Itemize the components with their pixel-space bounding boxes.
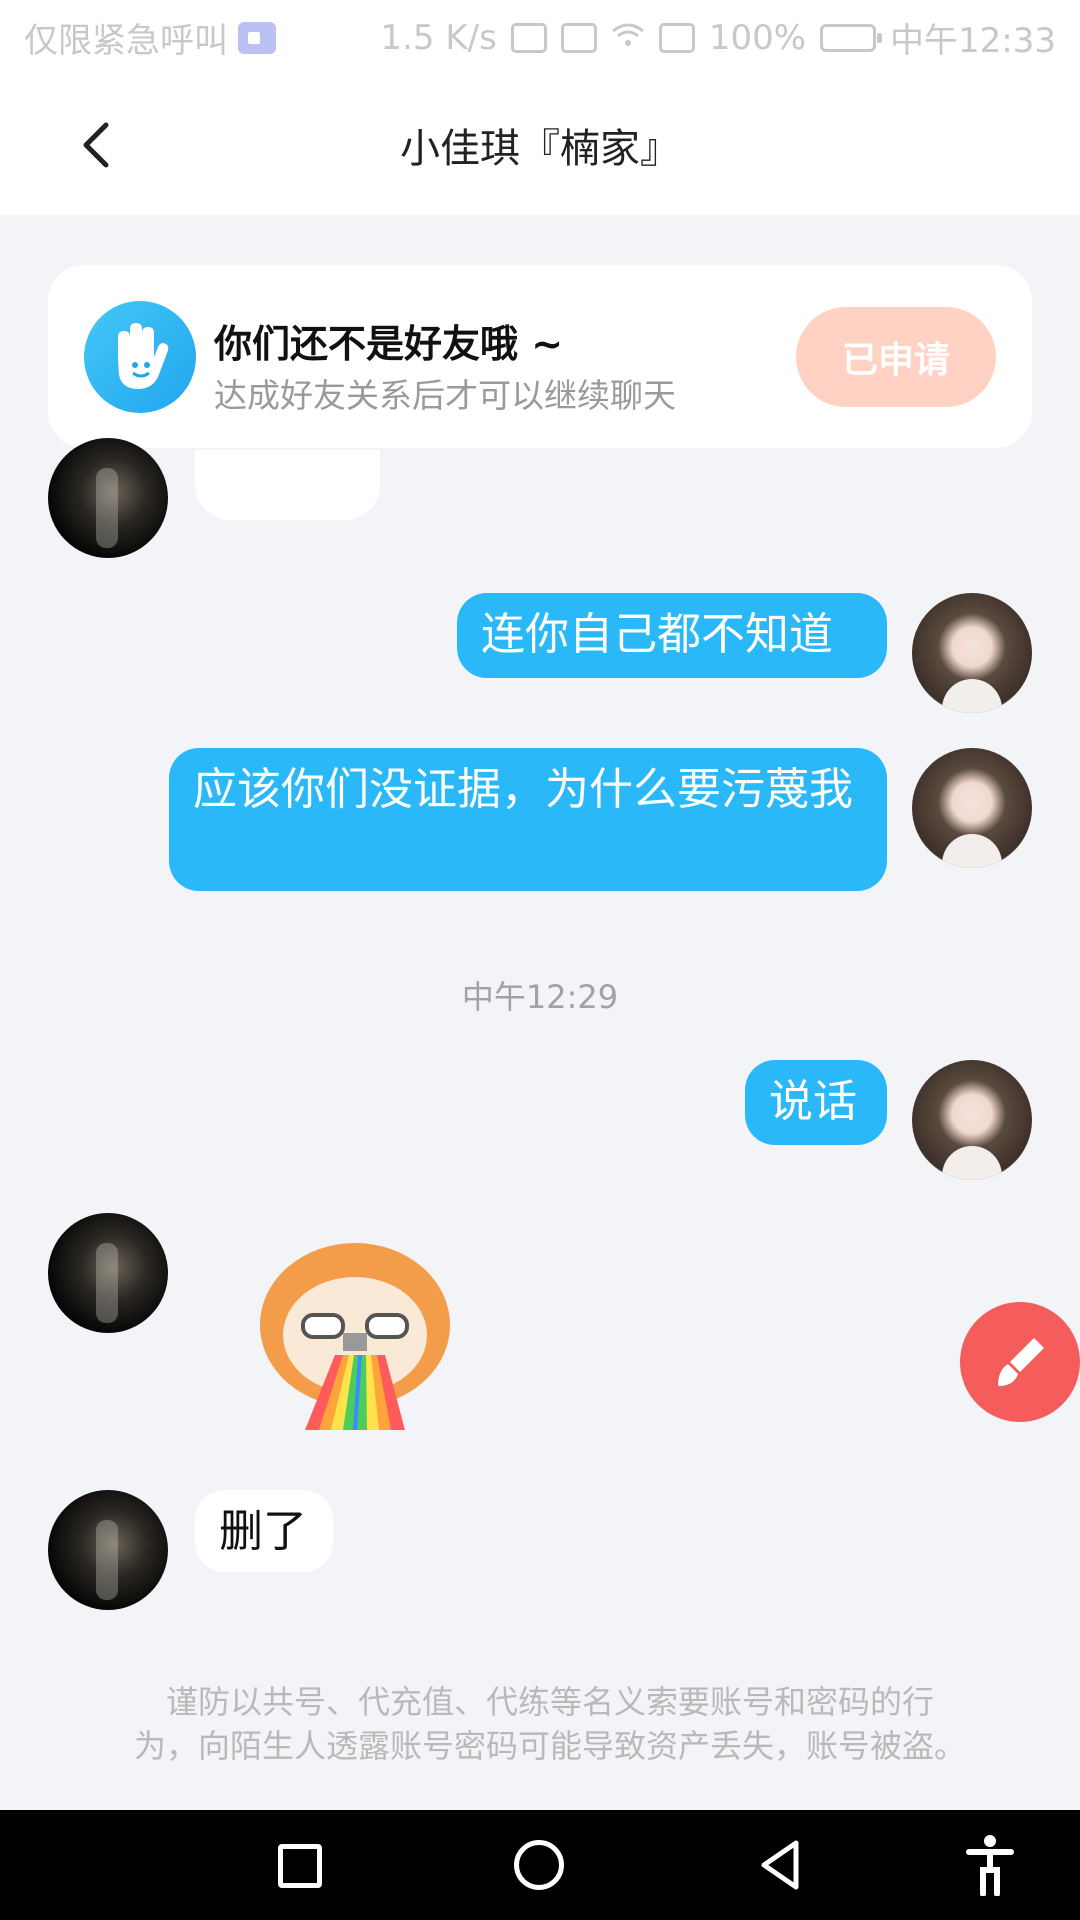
brush-button[interactable] <box>960 1302 1080 1422</box>
chat-header: 小佳琪『楠家』 <box>0 75 1080 215</box>
safety-warning-line1: 谨防以共号、代充值、代练等名义索要账号和密码的行 <box>165 1683 934 1721</box>
my-avatar[interactable] <box>912 1060 1032 1180</box>
cast-icon <box>510 22 547 53</box>
sim-alert-icon <box>658 22 695 53</box>
message-bubble-incoming[interactable]: 删了 <box>195 1490 333 1572</box>
contact-avatar[interactable] <box>48 1490 168 1610</box>
message-bubble-outgoing[interactable]: 应该你们没证据，为什么要污蔑我 <box>169 748 887 891</box>
status-right: 1.5 K/s 100% 中午12:33 <box>380 13 1056 62</box>
sticker-image[interactable] <box>235 1225 485 1445</box>
message-timestamp: 中午12:29 <box>461 978 619 1016</box>
safety-warning: 谨防以共号、代充值、代练等名义索要账号和密码的行 为，向陌生人透露账号密码可能导… <box>80 1680 1020 1768</box>
friend-notice-card: 你们还不是好友哦 ~ 达成好友关系后才可以继续聊天 已申请 <box>48 265 1032 448</box>
status-bar: 仅限紧急呼叫 1.5 K/s 100% 中午12:33 <box>0 0 1080 75</box>
my-avatar[interactable] <box>912 593 1032 713</box>
friend-notice-title: 你们还不是好友哦 ~ <box>214 322 564 366</box>
recent-apps-icon[interactable] <box>278 1844 322 1888</box>
wifi-icon <box>611 18 645 58</box>
network-speed: 1.5 K/s <box>380 17 497 58</box>
safety-warning-line2: 为，向陌生人透露账号密码可能导致资产丢失，账号被盗。 <box>133 1727 966 1765</box>
contact-avatar[interactable] <box>48 438 168 558</box>
video-call-icon <box>238 21 276 54</box>
friend-notice-subtitle: 达成好友关系后才可以继续聊天 <box>214 376 676 415</box>
vibrate-icon <box>560 22 597 53</box>
back-arrow-icon[interactable] <box>70 115 130 175</box>
home-icon[interactable] <box>514 1840 564 1890</box>
battery-icon <box>820 23 883 52</box>
message-bubble-outgoing[interactable]: 说话 <box>745 1060 887 1145</box>
message-bubble-incoming-partial[interactable] <box>195 450 380 520</box>
chat-title: 小佳琪『楠家』 <box>400 126 680 172</box>
accessibility-icon[interactable] <box>965 1834 1015 1897</box>
status-time: 中午12:33 <box>890 21 1056 61</box>
hand-icon <box>84 301 196 413</box>
status-left: 仅限紧急呼叫 <box>24 13 276 62</box>
nav-back-icon[interactable] <box>756 1838 806 1892</box>
message-bubble-outgoing[interactable]: 连你自己都不知道 <box>457 593 887 678</box>
my-avatar[interactable] <box>912 748 1032 868</box>
carrier-text: 仅限紧急呼叫 <box>24 21 228 61</box>
applied-button[interactable]: 已申请 <box>796 307 996 407</box>
contact-avatar[interactable] <box>48 1213 168 1333</box>
brush-icon <box>998 1338 1044 1386</box>
battery-percent: 100% <box>708 17 807 58</box>
